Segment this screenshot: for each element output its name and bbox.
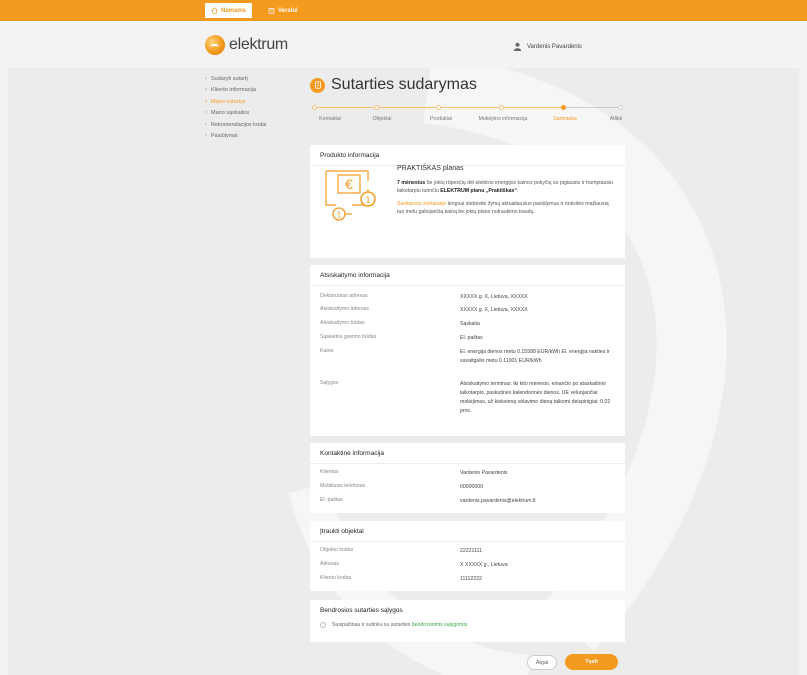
sidebar-item-label: Sudaryti sutartį [211, 75, 248, 82]
card-heading: Atsiskaitymo informacija [310, 265, 625, 286]
header: elektrum Vardenis Pavardenis [0, 21, 807, 68]
sidebar-item-label: Rekomendacijos kodai [211, 121, 267, 128]
chevron-right-icon: › [205, 110, 207, 117]
terms-card: Bendrosios sutarties sąlygos Susipažinau… [310, 600, 625, 642]
back-button[interactable]: Atgal [527, 655, 557, 670]
page-title-text: Sutarties sudarymas [331, 76, 477, 93]
next-button[interactable]: Tęsti [565, 654, 618, 670]
step-label[interactable]: Produktai [430, 116, 452, 122]
plan-name: PRAKTIŠKAS planas [397, 165, 464, 172]
sidebar-item-rekomendacijos-kodai[interactable]: › Rekomendacijos kodai [205, 119, 295, 131]
step-dot-kontaktai[interactable] [312, 105, 317, 110]
tab-label: Verslui [278, 7, 298, 14]
sidebar-item-sudaryti-sutarti[interactable]: › Sudaryti sutartį [205, 73, 295, 85]
tab-namams[interactable]: Namams [205, 3, 253, 18]
sidebar-item-label: Mano sąskaitos [211, 110, 250, 117]
card-heading: Kontaktinė informacija [310, 443, 625, 464]
tab-label: Namams [221, 7, 247, 14]
chevron-right-icon: › [205, 87, 207, 94]
step-label: Atlikti [609, 116, 623, 122]
top-bar: Namams Verslui [0, 0, 807, 21]
building-icon [268, 8, 275, 14]
sidebar-item-mano-saskaitos[interactable]: › Mano sąskaitos [205, 108, 295, 120]
card-heading: Produkto informacija [310, 145, 625, 166]
step-label[interactable]: Kontaktai [319, 116, 341, 122]
sidebar-item-label: Mano sutartys [211, 98, 246, 105]
product-paragraph: 7 mėnesius be jokių rūpesčių dėl elektro… [397, 179, 613, 195]
sidebar-item-mano-sutartys[interactable]: › Mano sutartys [205, 96, 295, 108]
chevron-right-icon: › [205, 75, 207, 82]
page-title: Sutarties sudarymas [310, 76, 477, 94]
step-dot-santrauka[interactable] [561, 105, 566, 110]
step-dot-objektai[interactable] [374, 105, 379, 110]
contact-info-card: Kontaktinė informacija Klientas Vardenis … [310, 443, 625, 513]
chevron-right-icon: › [205, 98, 207, 105]
badge-number: 1 [337, 211, 342, 220]
logo-mark-icon [205, 35, 225, 55]
billing-info-card: Atsiskaitymo informacija Deklaruotas adr… [310, 265, 625, 436]
badge-number: 1 [365, 195, 370, 205]
chevron-right-icon: › [205, 133, 207, 140]
step-dot-produktai[interactable] [436, 105, 441, 110]
main-area: › Sudaryti sutartį › Kliento informacija ›… [8, 68, 799, 675]
self-service-link[interactable]: Savitarnos svetainėje [397, 201, 446, 207]
step-label[interactable]: Objektai [372, 116, 391, 122]
card-heading: Bendrosios sutarties sąlygos [320, 607, 403, 614]
sidebar-item-pasiulymai[interactable]: › Pasiūlymai [205, 131, 295, 143]
logo[interactable]: elektrum [205, 35, 288, 55]
sidebar-item-label: Kliento informacija [211, 87, 256, 94]
terms-link[interactable]: bendrosiomis sąlygomis [412, 622, 467, 628]
sidebar: › Sudaryti sutartį › Kliento informacija ›… [205, 73, 295, 142]
sidebar-item-kliento-informacija[interactable]: › Kliento informacija [205, 85, 295, 97]
logo-text: elektrum [229, 36, 288, 53]
home-icon [211, 7, 218, 14]
user-menu[interactable]: Vardenis Pavardenis [513, 42, 582, 51]
progress-stepper: Kontaktai Objektai Produktai Mokėjimo in… [310, 104, 625, 126]
step-dot-atlikti [618, 105, 623, 110]
step-label[interactable]: Mokėjimo informacija [479, 116, 528, 122]
agree-text: Susipažinau ir sutinku su sutarties bend… [332, 622, 468, 628]
tab-verslui[interactable]: Verslui [262, 3, 304, 18]
terms-agreement[interactable]: Susipažinau ir sutinku su sutarties bend… [320, 622, 467, 628]
product-description: PRAKTIŠKAS planas 7 mėnesius be jokių rū… [397, 165, 617, 221]
chevron-right-icon: › [205, 121, 207, 128]
stepper-line-remaining [564, 107, 621, 108]
user-icon [513, 42, 522, 51]
step-dot-mokejimo-informacija[interactable] [499, 105, 504, 110]
agree-radio[interactable] [320, 622, 326, 628]
objects-card: Įtraukti objektai Objekto kodas 22221111 … [310, 521, 625, 591]
document-icon [310, 77, 325, 93]
euro-invoice-icon: € 1 1 [325, 170, 376, 221]
svg-text:€: € [345, 176, 353, 192]
product-info-card: Produkto informacija € 1 1 PRAKTIŠKAS pl… [310, 145, 625, 258]
user-name: Vardenis Pavardenis [527, 43, 582, 50]
step-label[interactable]: Santrauka [553, 116, 577, 122]
sidebar-item-label: Pasiūlymai [211, 133, 238, 140]
card-heading: Įtraukti objektai [310, 521, 625, 542]
product-paragraph: Savitarnos svetainėje lengvai stebėsite … [397, 200, 609, 216]
